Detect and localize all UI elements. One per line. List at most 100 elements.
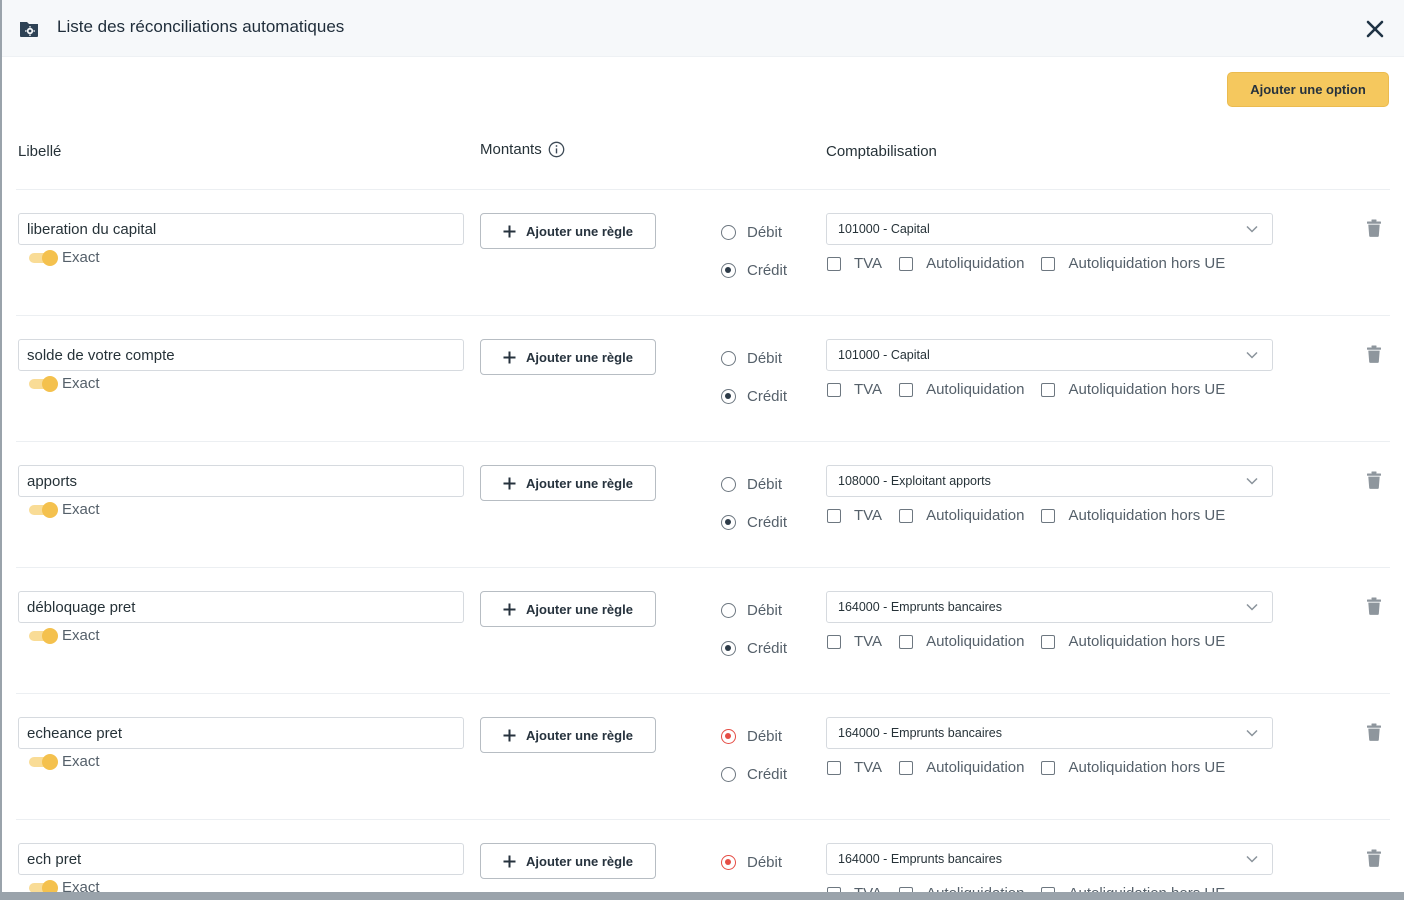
account-value: 164000 - Emprunts bancaires — [838, 726, 1002, 740]
autoliquidation-checkbox-box[interactable] — [899, 634, 914, 649]
autoliquidation-hors-ue-checkbox[interactable]: Autoliquidation hors UE — [1041, 255, 1225, 272]
debit-radio[interactable]: Débit — [721, 602, 782, 619]
debit-radio-circle[interactable] — [721, 729, 736, 744]
exact-toggle[interactable] — [29, 376, 59, 392]
libelle-input[interactable]: solde de votre compte — [18, 339, 464, 371]
exact-toggle[interactable] — [29, 754, 59, 770]
debit-radio[interactable]: Débit — [721, 224, 782, 241]
libelle-input[interactable]: echeance pret — [18, 717, 464, 749]
credit-radio-circle[interactable] — [721, 263, 736, 278]
tva-checkbox-box[interactable] — [827, 634, 841, 649]
exact-toggle[interactable] — [29, 880, 59, 892]
libelle-input[interactable]: ech pret — [18, 843, 464, 875]
debit-radio-circle[interactable] — [721, 351, 736, 366]
tva-checkbox[interactable]: TVA — [827, 633, 882, 650]
debit-radio-circle[interactable] — [721, 477, 736, 492]
add-rule-button[interactable]: Ajouter une règle — [480, 213, 656, 249]
tax-options: TVA Autoliquidation Autoliquidation hors… — [827, 759, 1242, 776]
add-option-button[interactable]: Ajouter une option — [1227, 72, 1389, 107]
trash-icon[interactable] — [1366, 597, 1382, 615]
plus-icon — [503, 603, 516, 615]
autoliquidation-hors-ue-checkbox-box[interactable] — [1041, 634, 1056, 649]
debit-radio[interactable]: Débit — [721, 728, 782, 745]
add-rule-button[interactable]: Ajouter une règle — [480, 591, 656, 627]
debit-radio[interactable]: Débit — [721, 350, 782, 367]
account-select[interactable]: 164000 - Emprunts bancaires — [826, 843, 1273, 875]
exact-toggle[interactable] — [29, 502, 59, 518]
autoliquidation-checkbox[interactable]: Autoliquidation — [899, 759, 1024, 776]
debit-radio[interactable]: Débit — [721, 476, 782, 493]
tva-checkbox-box[interactable] — [827, 760, 841, 775]
exact-toggle[interactable] — [29, 250, 59, 266]
autoliquidation-checkbox[interactable]: Autoliquidation — [899, 255, 1024, 272]
credit-radio[interactable]: Crédit — [721, 262, 787, 279]
autoliquidation-hors-ue-checkbox[interactable]: Autoliquidation hors UE — [1041, 633, 1225, 650]
credit-radio[interactable]: Crédit — [721, 640, 787, 657]
autoliquidation-hors-ue-checkbox-box[interactable] — [1041, 382, 1056, 397]
add-rule-button[interactable]: Ajouter une règle — [480, 339, 656, 375]
toggle-knob — [42, 376, 58, 392]
tva-checkbox-box[interactable] — [827, 382, 841, 397]
account-select[interactable]: 101000 - Capital — [826, 339, 1273, 371]
autoliquidation-hors-ue-checkbox[interactable]: Autoliquidation hors UE — [1041, 885, 1225, 892]
autoliquidation-checkbox[interactable]: Autoliquidation — [899, 885, 1024, 892]
libelle-input[interactable]: liberation du capital — [18, 213, 464, 245]
autoliquidation-hors-ue-checkbox-box[interactable] — [1041, 508, 1056, 523]
autoliquidation-checkbox[interactable]: Autoliquidation — [899, 633, 1024, 650]
exact-toggle[interactable] — [29, 628, 59, 644]
close-icon[interactable] — [1364, 18, 1386, 40]
tva-checkbox[interactable]: TVA — [827, 255, 882, 272]
reconciliation-row: solde de votre compte Exact Ajouter une … — [2, 315, 1404, 441]
autoliquidation-hors-ue-checkbox[interactable]: Autoliquidation hors UE — [1041, 381, 1225, 398]
reconciliation-row: apports Exact Ajouter une règle Débit Cr… — [2, 441, 1404, 567]
credit-radio-circle[interactable] — [721, 515, 736, 530]
autoliquidation-checkbox-box[interactable] — [899, 508, 914, 523]
autoliquidation-label: Autoliquidation — [926, 759, 1025, 776]
credit-radio-circle[interactable] — [721, 767, 736, 782]
chevron-down-icon — [1246, 225, 1258, 233]
autoliquidation-checkbox-box[interactable] — [899, 760, 914, 775]
autoliquidation-hors-ue-checkbox[interactable]: Autoliquidation hors UE — [1041, 507, 1225, 524]
trash-icon[interactable] — [1366, 849, 1382, 867]
libelle-input[interactable]: apports — [18, 465, 464, 497]
libelle-input[interactable]: débloquage pret — [18, 591, 464, 623]
modal-title: Liste des réconciliations automatiques — [57, 17, 345, 36]
autoliquidation-checkbox[interactable]: Autoliquidation — [899, 507, 1024, 524]
libelle-value: solde de votre compte — [27, 346, 175, 364]
tva-checkbox-box[interactable] — [827, 508, 841, 523]
autoliquidation-label: Autoliquidation — [926, 255, 1025, 272]
account-select[interactable]: 164000 - Emprunts bancaires — [826, 717, 1273, 749]
add-rule-button[interactable]: Ajouter une règle — [480, 717, 656, 753]
debit-radio-circle[interactable] — [721, 225, 736, 240]
add-rule-button[interactable]: Ajouter une règle — [480, 843, 656, 879]
autoliquidation-hors-ue-checkbox[interactable]: Autoliquidation hors UE — [1041, 759, 1225, 776]
add-rule-button[interactable]: Ajouter une règle — [480, 465, 656, 501]
tva-checkbox[interactable]: TVA — [827, 381, 882, 398]
credit-radio-circle[interactable] — [721, 389, 736, 404]
autoliquidation-checkbox-box[interactable] — [899, 382, 914, 397]
account-select[interactable]: 108000 - Exploitant apports — [826, 465, 1273, 497]
debit-radio-circle[interactable] — [721, 603, 736, 618]
tva-checkbox[interactable]: TVA — [827, 507, 882, 524]
trash-icon[interactable] — [1366, 219, 1382, 237]
account-select[interactable]: 164000 - Emprunts bancaires — [826, 591, 1273, 623]
trash-icon[interactable] — [1366, 345, 1382, 363]
tva-checkbox[interactable]: TVA — [827, 885, 882, 892]
account-select[interactable]: 101000 - Capital — [826, 213, 1273, 245]
info-icon[interactable] — [548, 141, 565, 158]
tva-label: TVA — [854, 633, 883, 650]
credit-radio[interactable]: Crédit — [721, 388, 787, 405]
debit-radio-circle[interactable] — [721, 855, 736, 870]
autoliquidation-checkbox[interactable]: Autoliquidation — [899, 381, 1024, 398]
tva-checkbox-box[interactable] — [827, 256, 841, 271]
debit-radio[interactable]: Débit — [721, 854, 782, 871]
autoliquidation-hors-ue-checkbox-box[interactable] — [1041, 256, 1056, 271]
credit-radio-circle[interactable] — [721, 641, 736, 656]
credit-radio[interactable]: Crédit — [721, 514, 787, 531]
trash-icon[interactable] — [1366, 723, 1382, 741]
trash-icon[interactable] — [1366, 471, 1382, 489]
tva-checkbox[interactable]: TVA — [827, 759, 882, 776]
credit-radio[interactable]: Crédit — [721, 766, 787, 783]
autoliquidation-checkbox-box[interactable] — [899, 256, 914, 271]
autoliquidation-hors-ue-checkbox-box[interactable] — [1041, 760, 1056, 775]
